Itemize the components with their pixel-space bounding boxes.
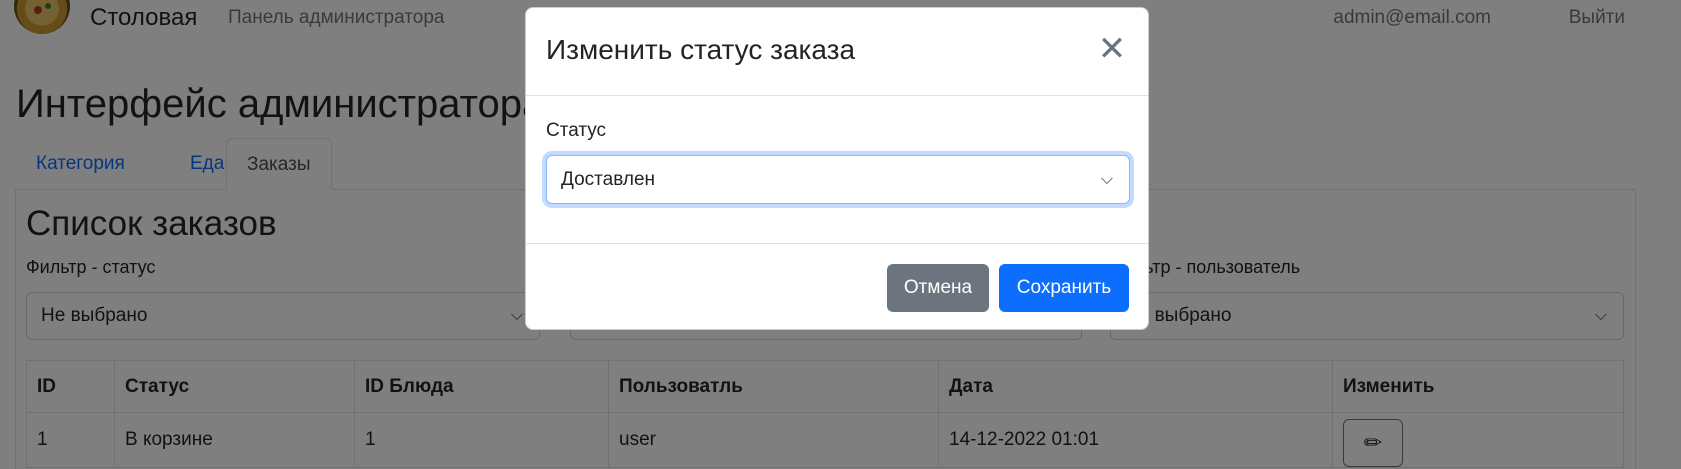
modal-header: Изменить статус заказа ✕ — [526, 8, 1148, 96]
status-select-value: Доставлен — [561, 169, 656, 190]
save-button[interactable]: Сохранить — [999, 264, 1129, 312]
chevron-down-icon: ⌵ — [1100, 171, 1113, 188]
modal-title: Изменить статус заказа — [546, 34, 856, 65]
change-status-modal: Изменить статус заказа ✕ Статус Доставле… — [525, 7, 1149, 330]
modal-footer: Отмена Сохранить — [526, 243, 1148, 331]
status-field-label: Статус — [546, 120, 607, 141]
close-icon[interactable]: ✕ — [1094, 32, 1130, 68]
status-select[interactable]: Доставлен ⌵ — [546, 155, 1130, 204]
cancel-button[interactable]: Отмена — [887, 264, 989, 312]
